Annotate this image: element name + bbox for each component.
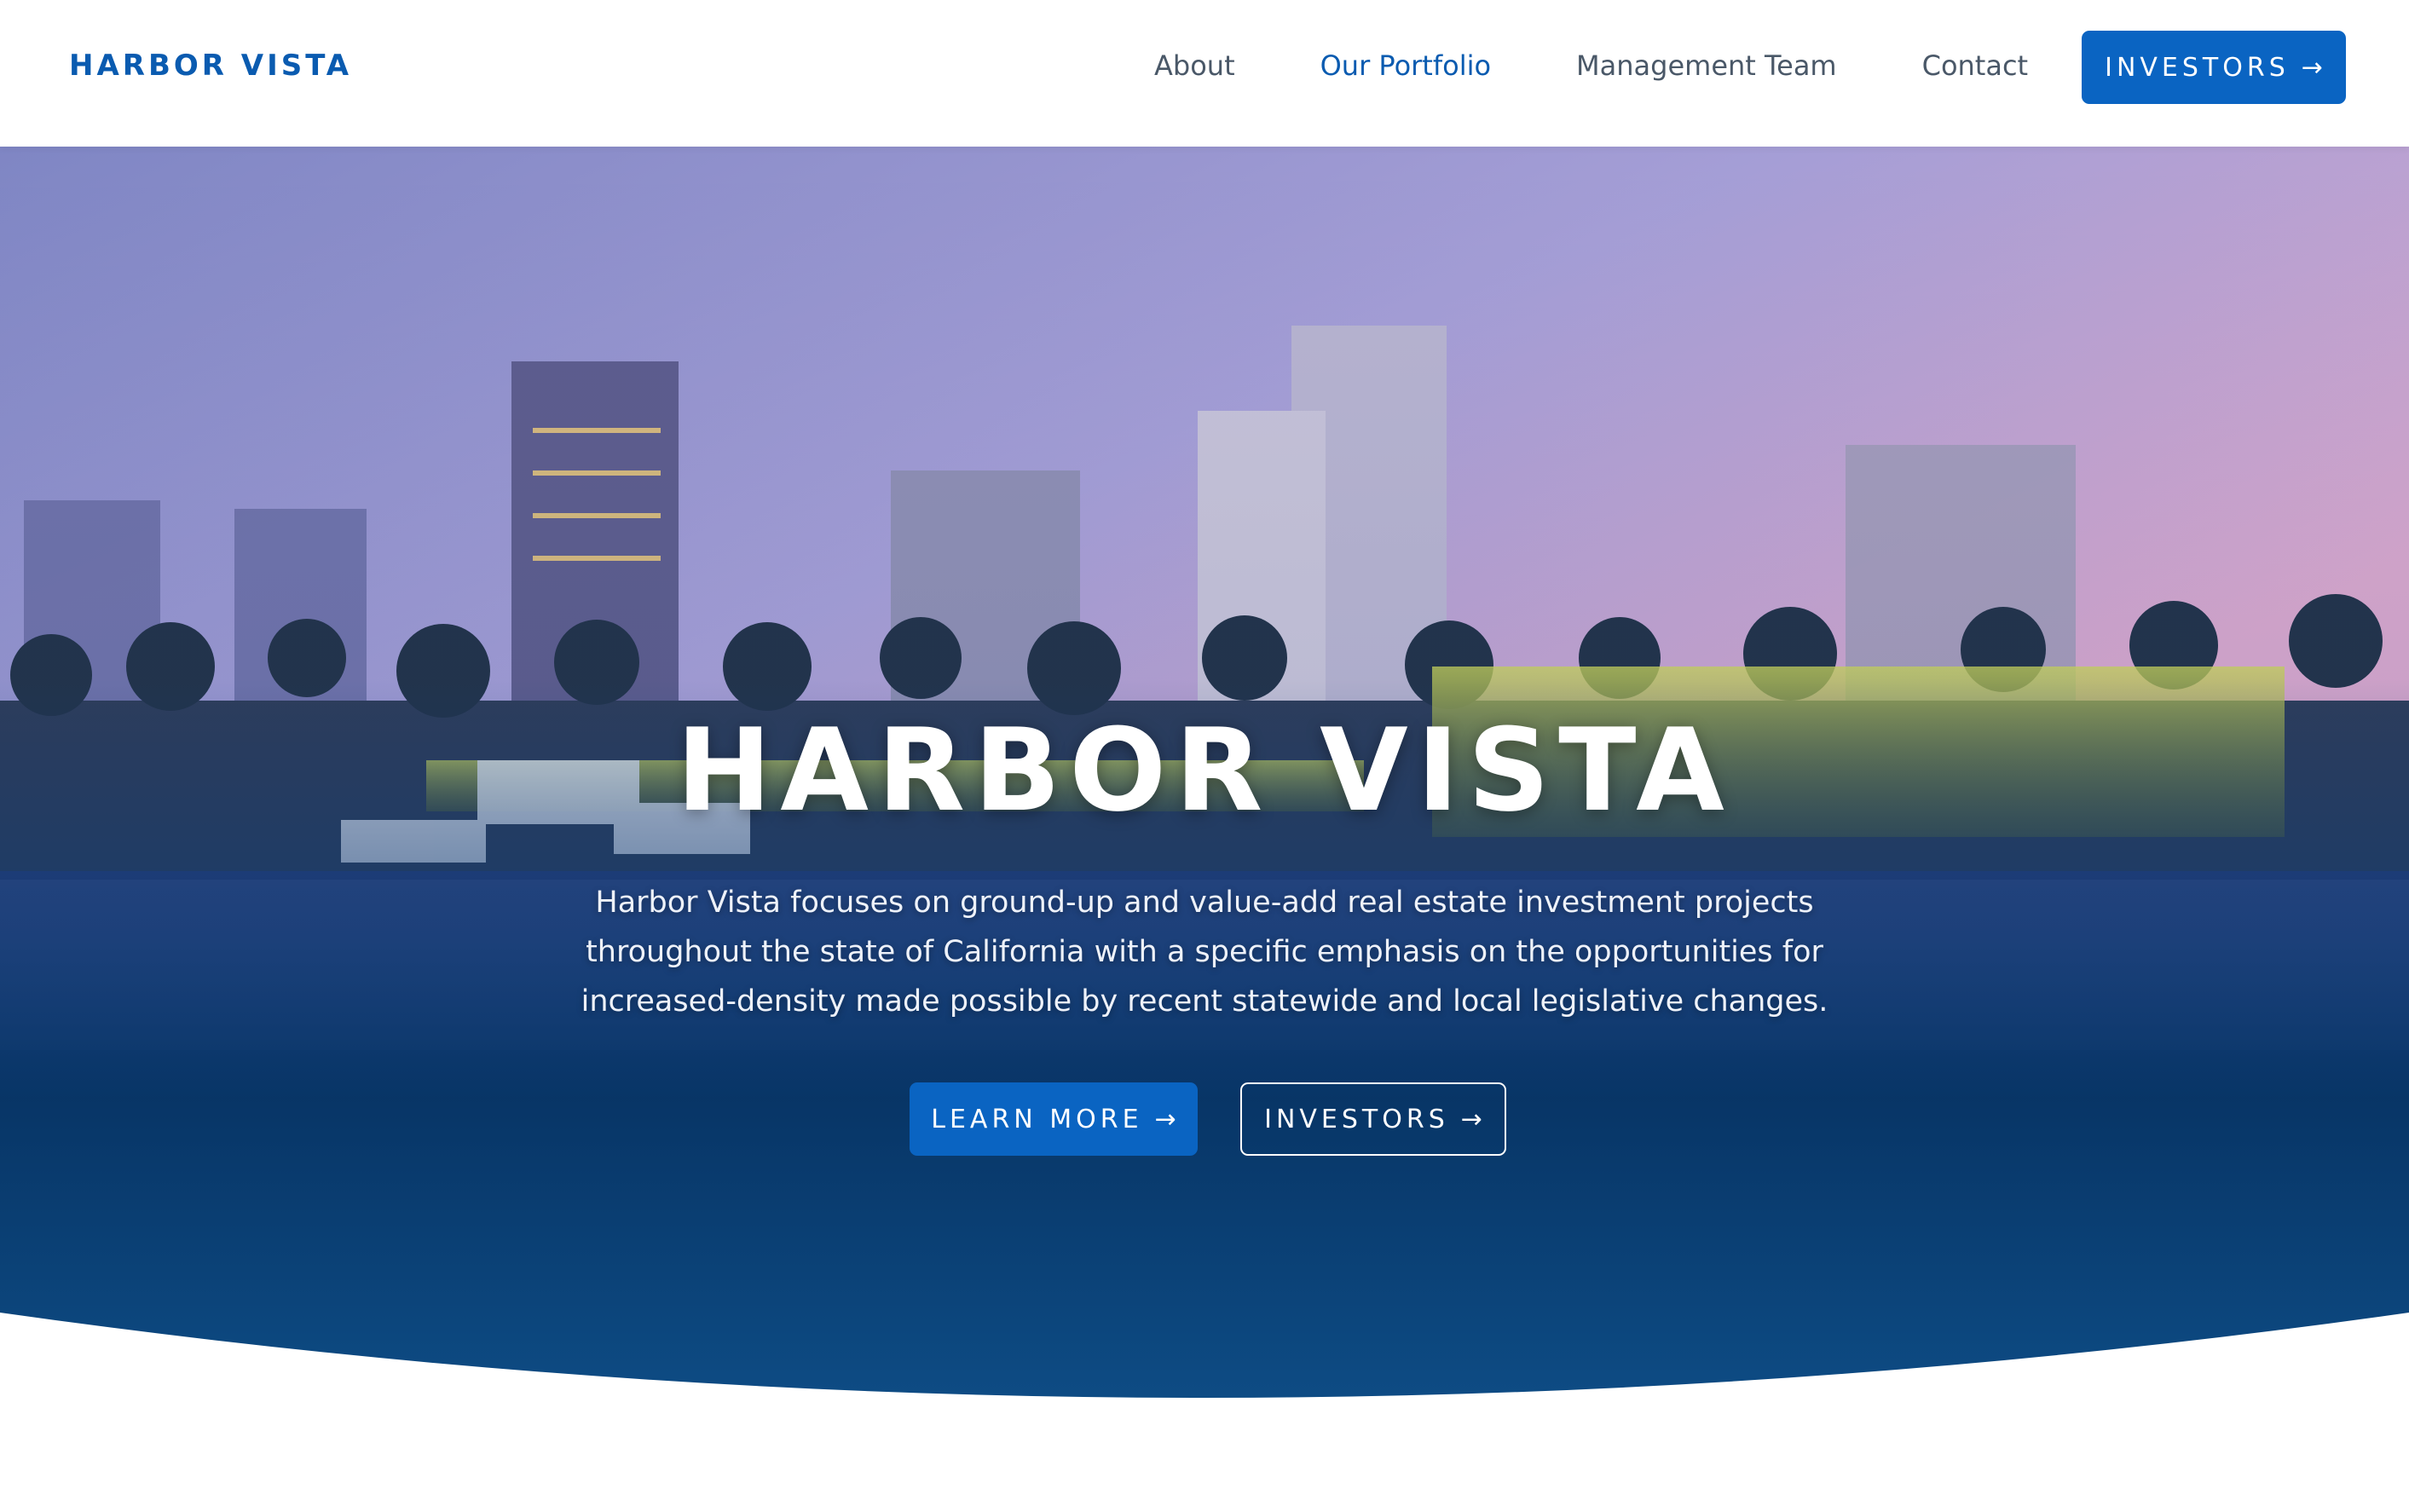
hero-investors-button[interactable]: INVESTORS → [1240,1082,1506,1156]
arrow-right-icon: → [1154,1104,1176,1134]
nav-item-our-portfolio[interactable]: Our Portfolio [1320,49,1491,82]
arrow-right-icon: → [1460,1104,1482,1134]
learn-more-button[interactable]: LEARN MORE → [910,1082,1198,1156]
hero-section: HARBOR VISTA Harbor Vista focuses on gro… [0,147,2409,1417]
hero-title: HARBOR VISTA [676,704,1733,837]
learn-more-label: LEARN MORE [931,1104,1143,1134]
hero-description: Harbor Vista focuses on ground-up and va… [581,886,1828,1019]
main-nav: About Our Portfolio Management Team Cont… [1154,49,2028,82]
nav-item-about[interactable]: About [1154,49,1235,82]
hero-investors-label: INVESTORS [1264,1104,1449,1134]
header-investors-button[interactable]: INVESTORS → [2082,31,2346,104]
hero-curve-divider [0,1313,2409,1512]
header-investors-label: INVESTORS [2105,52,2290,83]
page: HARBOR VISTA About Our Portfolio Managem… [0,0,2409,1512]
nav-item-contact[interactable]: Contact [1922,49,2029,82]
arrow-right-icon: → [2301,52,2323,83]
hero-content: HARBOR VISTA Harbor Vista focuses on gro… [0,147,2409,1417]
nav-item-management-team[interactable]: Management Team [1576,49,1837,82]
site-logo[interactable]: HARBOR VISTA [69,49,352,83]
site-header: HARBOR VISTA About Our Portfolio Managem… [0,0,2409,147]
